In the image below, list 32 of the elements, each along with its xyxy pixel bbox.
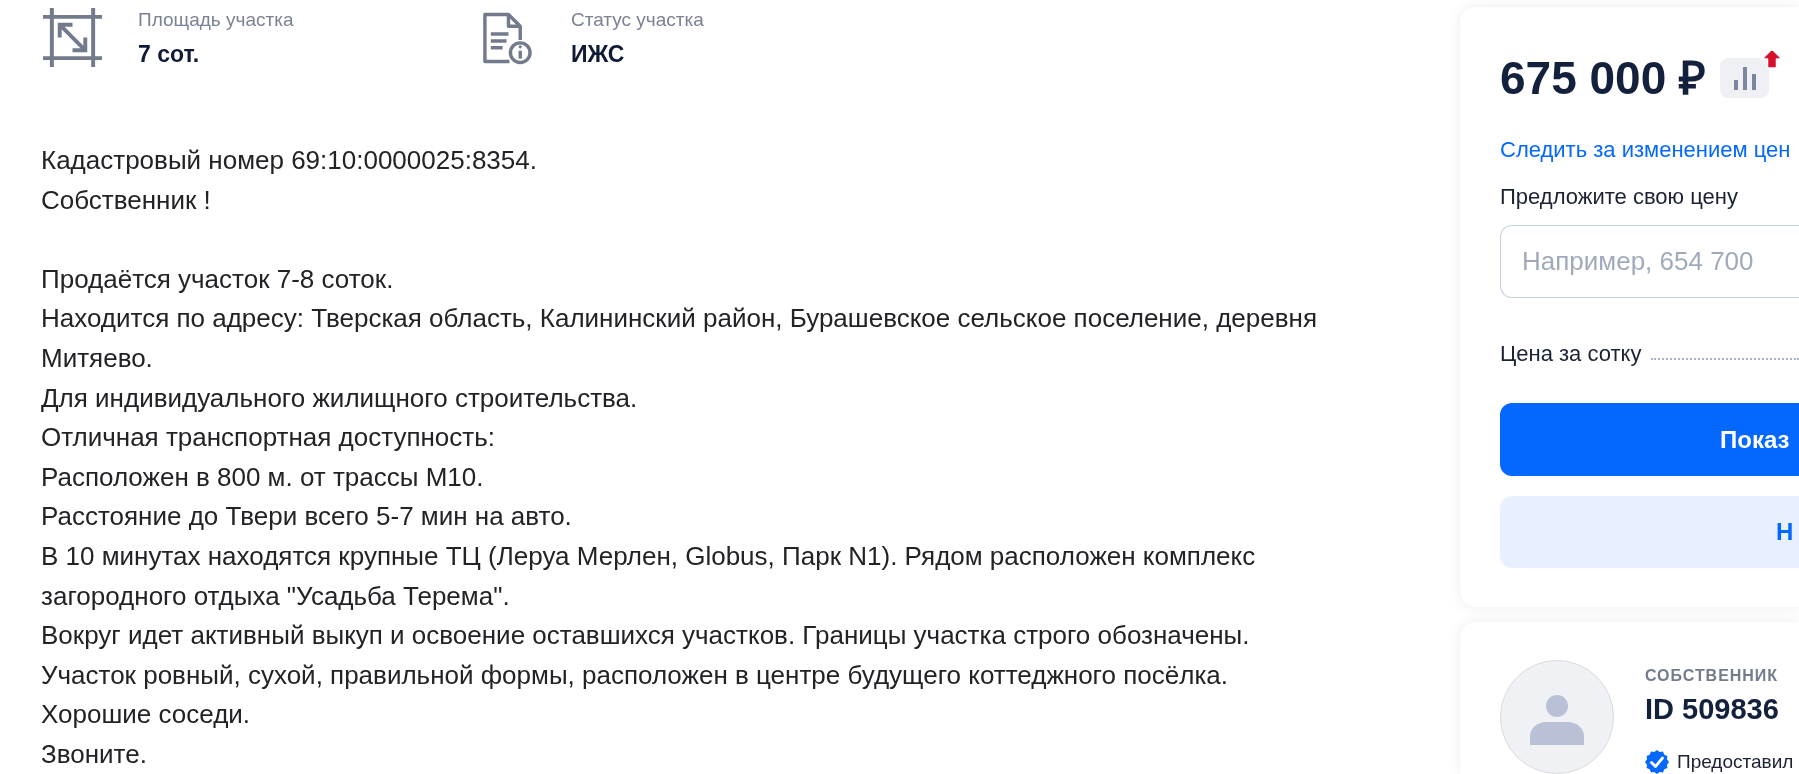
offer-price-field[interactable]: Например, 654 700	[1500, 225, 1799, 298]
primary-action-button[interactable]: Показ	[1500, 403, 1799, 476]
description-line: Расстояние до Твери всего 5-7 мин на авто.	[41, 500, 572, 534]
feature-label: Площадь участка	[138, 8, 294, 32]
document-info-icon	[481, 10, 532, 66]
price: 675 000 ₽	[1500, 55, 1707, 101]
description-line: Для индивидуального жилищного строительства.	[41, 381, 638, 415]
description-line: Находится по адресу: Тверская область, Калининский район, Бурашевское сельское поселение, деревня Митяево.	[41, 302, 1318, 375]
feature-value: ИЖС	[571, 40, 626, 68]
verification-text: Предоставил	[1677, 750, 1794, 774]
description-line: Вокруг идет активный выкуп и освоение оставшихся участков. Границы участка строго обозначены.	[41, 619, 1250, 653]
description-line: Кадастровый номер 69:10:0000025:8354.	[41, 144, 537, 177]
description-line: Участок ровный, сухой, правильной формы, расположен в центре будущего коттеджного посёлка.	[41, 658, 1228, 692]
user-icon	[1530, 695, 1584, 745]
price-per-sotka-label: Цена за сотку	[1500, 340, 1642, 368]
secondary-action-button[interactable]: Н	[1500, 496, 1799, 568]
description-line: Продаётся участок 7-8 соток.	[41, 262, 394, 296]
description-line: Хорошие соседи.	[41, 698, 251, 732]
description-line: Расположен в 800 м. от трассы М10.	[41, 460, 484, 494]
owner-id: ID 509836	[1645, 692, 1780, 726]
frame-diagonal-arrow-icon	[43, 8, 102, 67]
description-line: Звоните.	[41, 737, 147, 771]
description-line: В 10 минутах находятся крупные ТЦ (Леруа Мерлен, Globus, Парк N1). Рядом расположен комплекс загородного отдыха "Усадьба Терема".	[41, 539, 1257, 613]
owner-role: СОБСТВЕННИК	[1645, 666, 1779, 686]
price-chart-button[interactable]	[1720, 58, 1770, 98]
description-line: Отличная транспортная доступность:	[41, 421, 495, 455]
feature-label: Статус участка	[571, 8, 704, 32]
feature-value: 7 сот.	[138, 40, 201, 68]
price-tracking-link[interactable]: Следить за изменением цен	[1500, 136, 1791, 164]
bar-chart-icon	[1733, 66, 1756, 90]
description-line: Собственник !	[41, 183, 211, 217]
offer-label: Предложите свою цену	[1500, 183, 1738, 211]
